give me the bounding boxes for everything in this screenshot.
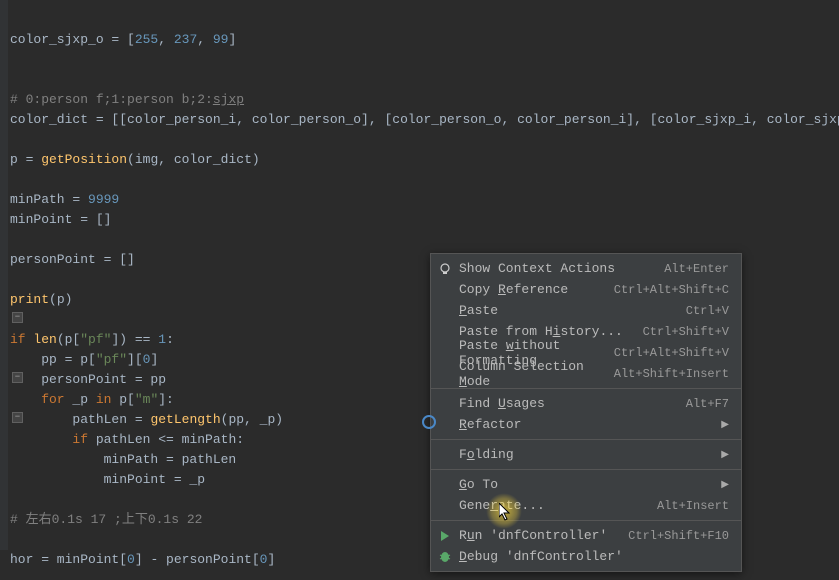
run-icon xyxy=(437,528,453,544)
menu-item[interactable]: Go To▶ xyxy=(431,474,741,495)
bulb-icon xyxy=(437,261,453,277)
menu-item-label: Generate... xyxy=(459,498,657,513)
gutter-indicator-icon xyxy=(422,415,436,429)
menu-item-label: Show Context Actions xyxy=(459,261,664,276)
menu-shortcut: Ctrl+Alt+Shift+C xyxy=(614,283,729,297)
menu-shortcut: Alt+F7 xyxy=(686,397,729,411)
menu-item-label: Copy Reference xyxy=(459,282,614,297)
menu-item[interactable]: Show Context ActionsAlt+Enter xyxy=(431,258,741,279)
empty-icon xyxy=(437,345,453,361)
menu-item-label: Folding xyxy=(459,447,721,462)
empty-icon xyxy=(437,447,453,463)
menu-item[interactable]: Debug 'dnfController' xyxy=(431,546,741,567)
empty-icon xyxy=(437,396,453,412)
menu-item[interactable]: Refactor▶ xyxy=(431,414,741,435)
submenu-arrow-icon: ▶ xyxy=(721,449,729,461)
menu-shortcut: Ctrl+V xyxy=(686,304,729,318)
empty-icon xyxy=(437,417,453,433)
menu-shortcut: Alt+Insert xyxy=(657,499,729,513)
menu-item-label: Column Selection Mode xyxy=(459,359,614,389)
menu-shortcut: Alt+Shift+Insert xyxy=(614,367,729,381)
menu-shortcut: Ctrl+Shift+F10 xyxy=(628,529,729,543)
empty-icon xyxy=(437,303,453,319)
empty-icon xyxy=(437,498,453,514)
menu-item-label: Go To xyxy=(459,477,721,492)
menu-separator xyxy=(431,469,741,470)
menu-shortcut: Ctrl+Shift+V xyxy=(643,325,729,339)
menu-separator xyxy=(431,520,741,521)
context-menu: Show Context ActionsAlt+EnterCopy Refere… xyxy=(430,253,742,572)
menu-shortcut: Ctrl+Alt+Shift+V xyxy=(614,346,729,360)
submenu-arrow-icon: ▶ xyxy=(721,419,729,431)
menu-item[interactable]: Run 'dnfController'Ctrl+Shift+F10 xyxy=(431,525,741,546)
menu-item[interactable]: Column Selection ModeAlt+Shift+Insert xyxy=(431,363,741,384)
menu-item[interactable]: Folding▶ xyxy=(431,444,741,465)
menu-item[interactable]: Generate...Alt+Insert xyxy=(431,495,741,516)
empty-icon xyxy=(437,282,453,298)
submenu-arrow-icon: ▶ xyxy=(721,479,729,491)
empty-icon xyxy=(437,477,453,493)
menu-item-label: Find Usages xyxy=(459,396,686,411)
menu-item-label: Debug 'dnfController' xyxy=(459,549,729,564)
code-text: color_sjxp_o = [ xyxy=(10,32,135,47)
menu-item-label: Refactor xyxy=(459,417,721,432)
menu-separator xyxy=(431,439,741,440)
fold-marker[interactable]: − xyxy=(12,372,23,383)
gutter xyxy=(0,0,8,550)
empty-icon xyxy=(437,324,453,340)
fold-marker[interactable]: − xyxy=(12,412,23,423)
debug-icon xyxy=(437,549,453,565)
empty-icon xyxy=(437,366,453,382)
menu-shortcut: Alt+Enter xyxy=(664,262,729,276)
menu-item[interactable]: PasteCtrl+V xyxy=(431,300,741,321)
menu-item[interactable]: Find UsagesAlt+F7 xyxy=(431,393,741,414)
menu-item-label: Run 'dnfController' xyxy=(459,528,628,543)
fold-marker[interactable]: − xyxy=(12,312,23,323)
menu-item-label: Paste xyxy=(459,303,686,318)
menu-item[interactable]: Copy ReferenceCtrl+Alt+Shift+C xyxy=(431,279,741,300)
